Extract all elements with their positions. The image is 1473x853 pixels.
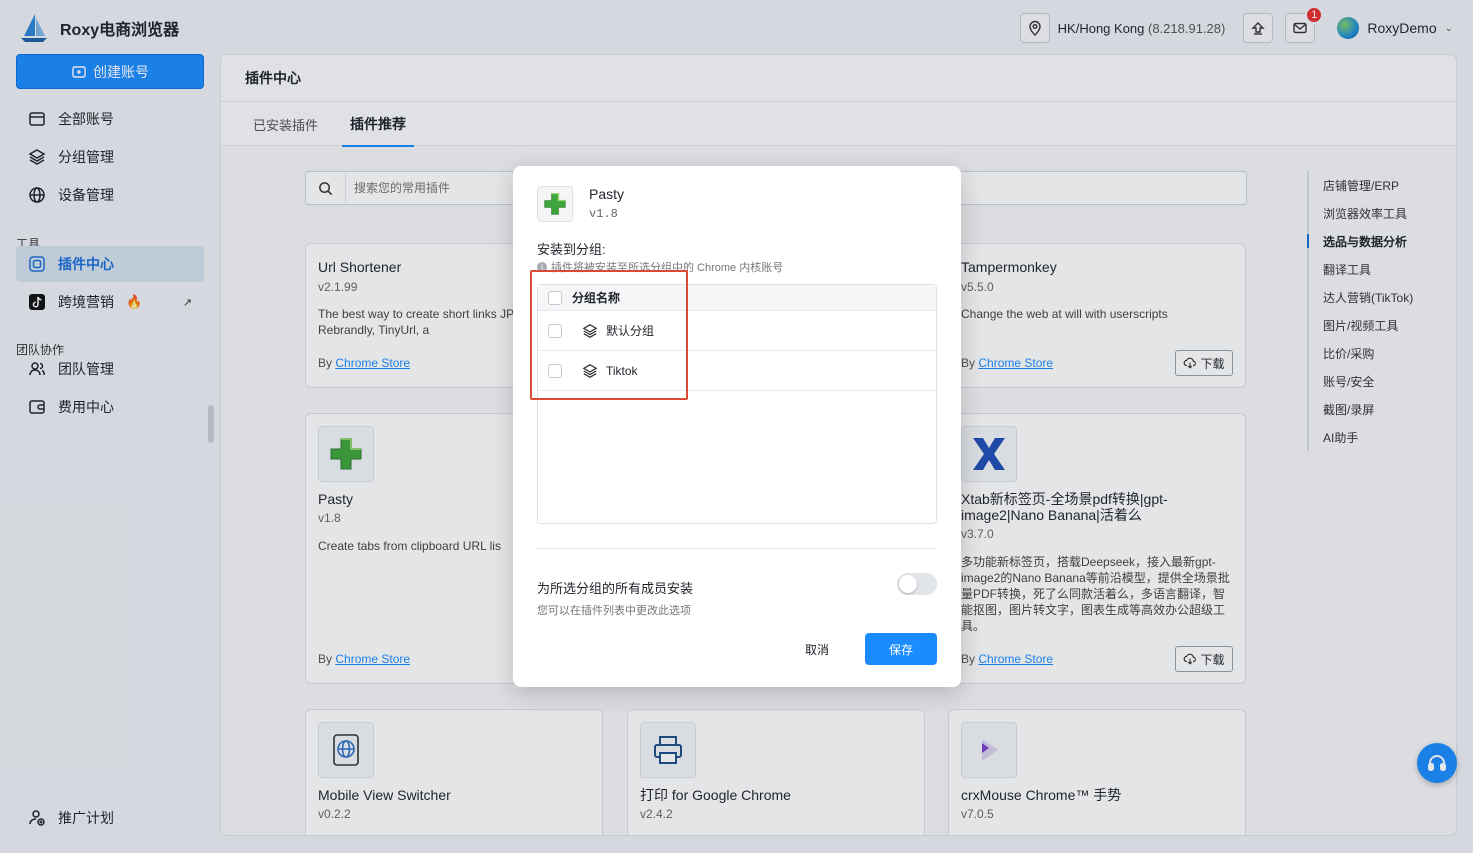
group-name: 默认分组 <box>606 324 655 338</box>
install-all-members-toggle[interactable] <box>897 573 937 595</box>
puzzle-icon <box>537 186 573 222</box>
group-checkbox[interactable] <box>548 323 562 338</box>
install-all-members-subtitle: 您可以在插件列表中更改此选项 <box>537 605 691 617</box>
info-icon: i <box>537 262 547 272</box>
install-to-group-dialog: Pasty v1.8 安装到分组: i 插件将被安装至所选分组中的 Chrome… <box>513 166 961 687</box>
cancel-button[interactable]: 取消 <box>793 633 841 665</box>
table-row[interactable]: 默认分组 <box>538 311 936 351</box>
layers-icon <box>582 323 598 338</box>
install-all-members-title: 为所选分组的所有成员安装 <box>537 581 694 596</box>
group-name-header: 分组名称 <box>572 291 621 305</box>
save-button[interactable]: 保存 <box>865 633 937 665</box>
table-row[interactable]: Tiktok <box>538 351 936 391</box>
install-hint-text: 插件将被安装至所选分组中的 Chrome 内核账号 <box>551 262 784 274</box>
group-table: 分组名称 默认分组 Tiktok <box>537 284 937 524</box>
dialog-plugin-name: Pasty <box>589 186 625 202</box>
layers-icon <box>582 363 598 378</box>
divider <box>537 548 937 549</box>
group-name: Tiktok <box>606 363 638 378</box>
group-checkbox[interactable] <box>548 363 562 378</box>
install-hint: i 插件将被安装至所选分组中的 Chrome 内核账号 <box>537 259 783 275</box>
install-to-group-label: 安装到分组: <box>537 242 606 257</box>
dialog-plugin-version: v1.8 <box>589 207 618 221</box>
group-table-header: 分组名称 <box>538 285 936 311</box>
select-all-checkbox[interactable] <box>548 290 562 305</box>
